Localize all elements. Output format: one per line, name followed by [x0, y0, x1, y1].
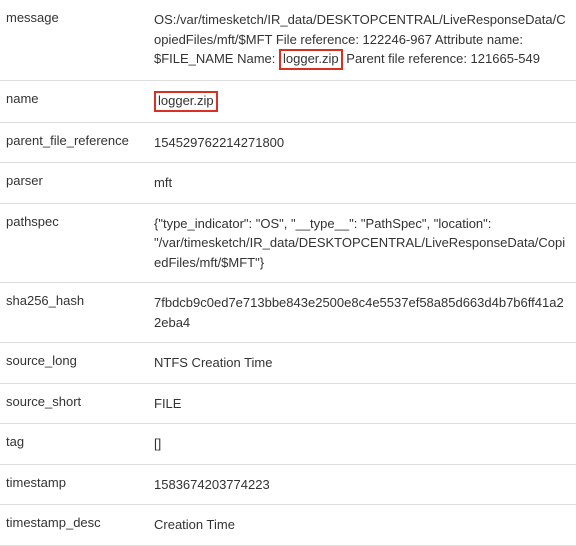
row-parent-file-reference: parent_file_reference 154529762214271800: [0, 123, 576, 164]
key-parent-file-reference: parent_file_reference: [0, 123, 146, 163]
highlight-name: logger.zip: [154, 91, 218, 112]
key-timestamp: timestamp: [0, 465, 146, 505]
row-timestamp: timestamp 1583674203774223: [0, 465, 576, 506]
row-parser: parser mft: [0, 163, 576, 204]
row-source-short: source_short FILE: [0, 384, 576, 425]
key-pathspec: pathspec: [0, 204, 146, 283]
message-post: Parent file reference: 121665-549: [343, 51, 540, 66]
row-message: message OS:/var/timesketch/IR_data/DESKT…: [0, 0, 576, 81]
val-tag: []: [146, 424, 576, 464]
val-source-short: FILE: [146, 384, 576, 424]
val-source-long: NTFS Creation Time: [146, 343, 576, 383]
key-timestamp-desc: timestamp_desc: [0, 505, 146, 545]
val-timestamp: 1583674203774223: [146, 465, 576, 505]
row-sha256-hash: sha256_hash 7fbdcb9c0ed7e713bbe843e2500e…: [0, 283, 576, 343]
val-parser: mft: [146, 163, 576, 203]
highlight-message: logger.zip: [279, 49, 343, 70]
key-source-short: source_short: [0, 384, 146, 424]
row-source-long: source_long NTFS Creation Time: [0, 343, 576, 384]
val-pathspec: {"type_indicator": "OS", "__type__": "Pa…: [146, 204, 576, 283]
val-parent-file-reference: 154529762214271800: [146, 123, 576, 163]
val-message: OS:/var/timesketch/IR_data/DESKTOPCENTRA…: [146, 0, 576, 80]
key-parser: parser: [0, 163, 146, 203]
key-source-long: source_long: [0, 343, 146, 383]
key-sha256-hash: sha256_hash: [0, 283, 146, 342]
row-tag: tag []: [0, 424, 576, 465]
row-pathspec: pathspec {"type_indicator": "OS", "__typ…: [0, 204, 576, 284]
val-sha256-hash: 7fbdcb9c0ed7e713bbe843e2500e8c4e5537ef58…: [146, 283, 576, 342]
row-name: name logger.zip: [0, 81, 576, 123]
key-name: name: [0, 81, 146, 122]
key-message: message: [0, 0, 146, 80]
val-timestamp-desc: Creation Time: [146, 505, 576, 545]
val-name: logger.zip: [146, 81, 576, 122]
attribute-table: message OS:/var/timesketch/IR_data/DESKT…: [0, 0, 576, 546]
key-tag: tag: [0, 424, 146, 464]
